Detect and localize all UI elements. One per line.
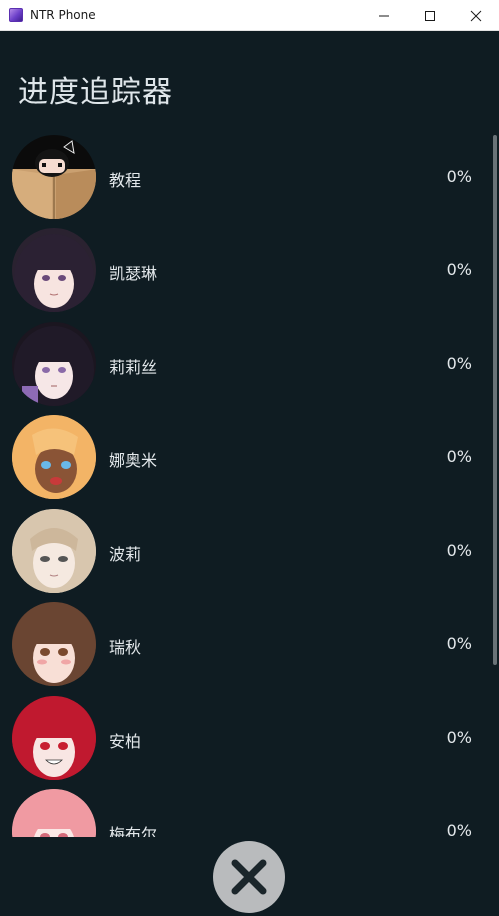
minimize-icon — [379, 15, 389, 16]
list-item[interactable]: 波莉 0% — [0, 509, 490, 593]
avatar — [12, 696, 96, 780]
avatar — [12, 789, 96, 837]
character-name: 瑞秋 — [109, 638, 142, 657]
character-name: 凯瑟琳 — [109, 264, 158, 283]
character-name: 莉莉丝 — [109, 358, 158, 377]
minimize-button[interactable] — [361, 0, 407, 31]
character-name: 波莉 — [109, 545, 142, 564]
maximize-icon — [425, 10, 435, 21]
progress-value: 0% — [446, 541, 472, 560]
list-item[interactable]: 瑞秋 0% — [0, 602, 490, 686]
progress-value: 0% — [446, 728, 472, 747]
progress-value: 0% — [446, 634, 472, 653]
list-item[interactable]: 娜奥米 0% — [0, 415, 490, 499]
list-item[interactable]: 凯瑟琳 0% — [0, 228, 490, 312]
list-item[interactable]: 莉莉丝 0% — [0, 322, 490, 406]
progress-value: 0% — [446, 167, 472, 186]
list-item[interactable]: 梅布尔 0% — [0, 789, 490, 837]
avatar — [12, 228, 96, 312]
character-name: 娜奥米 — [109, 451, 158, 470]
avatar — [12, 322, 96, 406]
avatar — [12, 602, 96, 686]
progress-list[interactable]: 教程 0% 凯瑟琳 0% 莉莉丝 0% 娜奥米 0% 波莉 0% 瑞秋 0% 安… — [0, 135, 499, 837]
close-icon — [470, 10, 482, 21]
progress-value: 0% — [446, 354, 472, 373]
avatar — [12, 415, 96, 499]
window-title: NTR Phone — [30, 8, 96, 22]
window-titlebar: NTR Phone — [0, 0, 499, 31]
scrollbar[interactable] — [493, 135, 497, 665]
page-title: 进度追踪器 — [18, 75, 173, 110]
character-name: 安柏 — [109, 732, 142, 751]
x-icon — [231, 859, 267, 895]
avatar — [12, 135, 96, 219]
list-item[interactable]: 教程 0% — [0, 135, 490, 219]
progress-value: 0% — [446, 447, 472, 466]
avatar — [12, 509, 96, 593]
window-close-button[interactable] — [453, 0, 499, 31]
progress-value: 0% — [446, 260, 472, 279]
maximize-button[interactable] — [407, 0, 453, 31]
window-controls — [361, 0, 499, 31]
list-item[interactable]: 安柏 0% — [0, 696, 490, 780]
app-icon — [9, 8, 23, 22]
close-button[interactable] — [213, 841, 285, 913]
character-name: 梅布尔 — [109, 825, 158, 837]
character-name: 教程 — [109, 171, 142, 190]
progress-value: 0% — [446, 821, 472, 837]
app-content: 进度追踪器 教程 0% 凯瑟琳 0% 莉莉丝 0% 娜奥米 0% 波莉 0% 瑞… — [0, 31, 499, 916]
